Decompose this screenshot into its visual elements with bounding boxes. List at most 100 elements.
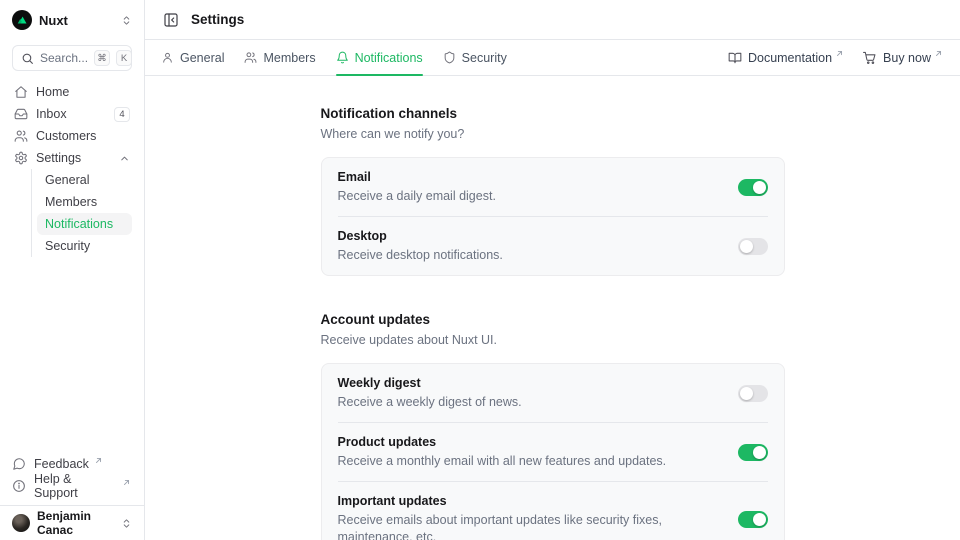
setting-row-weekly-digest: Weekly digest Receive a weekly digest of… — [338, 364, 768, 422]
sidebar-item-label: Inbox — [36, 107, 67, 121]
help-support-link[interactable]: Help & Support — [12, 475, 132, 497]
important-updates-toggle[interactable] — [738, 511, 768, 528]
sidebar-item-members[interactable]: Members — [37, 191, 132, 213]
setting-row-email: Email Receive a daily email digest. — [338, 158, 768, 216]
external-link-icon — [95, 457, 102, 464]
desktop-toggle[interactable] — [738, 238, 768, 255]
setting-description: Receive desktop notifications. — [338, 247, 503, 265]
product-updates-toggle[interactable] — [738, 444, 768, 461]
main-area: Settings General Members — [145, 0, 960, 540]
header-actions: Documentation Buy now — [728, 40, 944, 75]
users-icon — [14, 129, 28, 143]
setting-description: Receive a monthly email with all new fea… — [338, 453, 667, 471]
chevrons-up-down-icon — [121, 518, 132, 529]
setting-description: Receive emails about important updates l… — [338, 512, 722, 540]
email-toggle[interactable] — [738, 179, 768, 196]
tab-label: Security — [462, 51, 507, 65]
section-title: Account updates — [321, 312, 785, 327]
external-link-icon — [935, 50, 942, 57]
setting-title: Desktop — [338, 228, 503, 246]
setting-title: Important updates — [338, 493, 722, 511]
setting-title: Weekly digest — [338, 375, 522, 393]
settings-card: Weekly digest Receive a weekly digest of… — [321, 363, 785, 540]
sidebar-nav: Home Inbox 4 Customers Setting — [0, 79, 144, 259]
search-icon — [21, 52, 34, 65]
kbd-k: K — [116, 50, 132, 66]
page-title: Settings — [191, 12, 244, 27]
setting-row-important-updates: Important updates Receive emails about i… — [338, 481, 768, 540]
tab-general[interactable]: General — [161, 40, 224, 75]
action-label: Buy now — [883, 51, 931, 65]
avatar — [12, 514, 30, 532]
setting-title: Email — [338, 169, 496, 187]
sidebar: Nuxt Search... ⌘ K Home — [0, 0, 145, 540]
sidebar-footer: Feedback Help & Support — [0, 447, 144, 505]
app-window: Nuxt Search... ⌘ K Home — [0, 0, 960, 540]
info-circle-icon — [12, 479, 26, 493]
sidebar-item-label: Home — [36, 85, 69, 99]
sub-item-label: General — [45, 173, 89, 187]
setting-description: Receive a daily email digest. — [338, 188, 496, 206]
workspace-name: Nuxt — [39, 13, 68, 28]
sidebar-item-inbox[interactable]: Inbox 4 — [12, 103, 132, 125]
documentation-button[interactable]: Documentation — [728, 51, 845, 65]
inbox-count-badge: 4 — [114, 107, 130, 122]
tab-label: Members — [263, 51, 315, 65]
sidebar-item-notifications[interactable]: Notifications — [37, 213, 132, 235]
settings-card: Email Receive a daily email digest. Desk… — [321, 157, 785, 276]
tab-members[interactable]: Members — [244, 40, 315, 75]
user-name: Benjamin Canac — [37, 509, 114, 537]
section-title: Notification channels — [321, 106, 785, 121]
search-placeholder: Search... — [40, 51, 88, 65]
sidebar-item-customers[interactable]: Customers — [12, 125, 132, 147]
action-label: Documentation — [748, 51, 832, 65]
external-link-icon — [836, 50, 843, 57]
tabs: General Members Notifications — [161, 40, 507, 75]
buy-now-button[interactable]: Buy now — [863, 51, 944, 65]
tab-label: Notifications — [355, 51, 423, 65]
users-icon — [244, 51, 257, 64]
external-link-icon — [123, 479, 130, 486]
page-header: Settings — [145, 0, 960, 40]
tab-security[interactable]: Security — [443, 40, 507, 75]
sub-item-label: Members — [45, 195, 97, 209]
nuxt-logo-icon — [12, 10, 32, 30]
section-notification-channels: Notification channels Where can we notif… — [321, 106, 785, 276]
gear-icon — [14, 151, 28, 165]
workspace-switcher[interactable]: Nuxt — [0, 0, 144, 40]
sidebar-item-general[interactable]: General — [37, 169, 132, 191]
sidebar-collapse-button[interactable] — [161, 10, 181, 30]
settings-subnav: General Members Notifications Security — [31, 169, 132, 257]
shield-icon — [443, 51, 456, 64]
setting-description: Receive a weekly digest of news. — [338, 394, 522, 412]
weekly-digest-toggle[interactable] — [738, 385, 768, 402]
section-account-updates: Account updates Receive updates about Nu… — [321, 312, 785, 540]
setting-row-product-updates: Product updates Receive a monthly email … — [338, 422, 768, 481]
book-open-icon — [728, 51, 742, 65]
sidebar-item-security[interactable]: Security — [37, 235, 132, 257]
setting-title: Product updates — [338, 434, 667, 452]
section-description: Receive updates about Nuxt UI. — [321, 333, 785, 347]
kbd-cmd: ⌘ — [94, 50, 110, 66]
sub-item-label: Notifications — [45, 217, 113, 231]
bell-icon — [336, 51, 349, 64]
home-icon — [14, 85, 28, 99]
sidebar-item-label: Customers — [36, 129, 96, 143]
sidebar-item-settings[interactable]: Settings — [12, 147, 132, 169]
tab-notifications[interactable]: Notifications — [336, 40, 423, 75]
shopping-cart-icon — [863, 51, 877, 65]
footer-link-label: Help & Support — [34, 472, 117, 500]
sub-item-label: Security — [45, 239, 90, 253]
sidebar-item-home[interactable]: Home — [12, 81, 132, 103]
search-input[interactable]: Search... ⌘ K — [12, 45, 132, 71]
user-menu[interactable]: Benjamin Canac — [0, 505, 144, 540]
tab-label: General — [180, 51, 224, 65]
user-icon — [161, 51, 174, 64]
section-description: Where can we notify you? — [321, 127, 785, 141]
tabs-bar: General Members Notifications — [145, 40, 960, 76]
sidebar-item-label: Settings — [36, 151, 81, 165]
chevrons-up-down-icon — [121, 15, 132, 26]
settings-content: Notification channels Where can we notif… — [145, 76, 960, 540]
inbox-icon — [14, 107, 28, 121]
footer-link-label: Feedback — [34, 457, 89, 471]
